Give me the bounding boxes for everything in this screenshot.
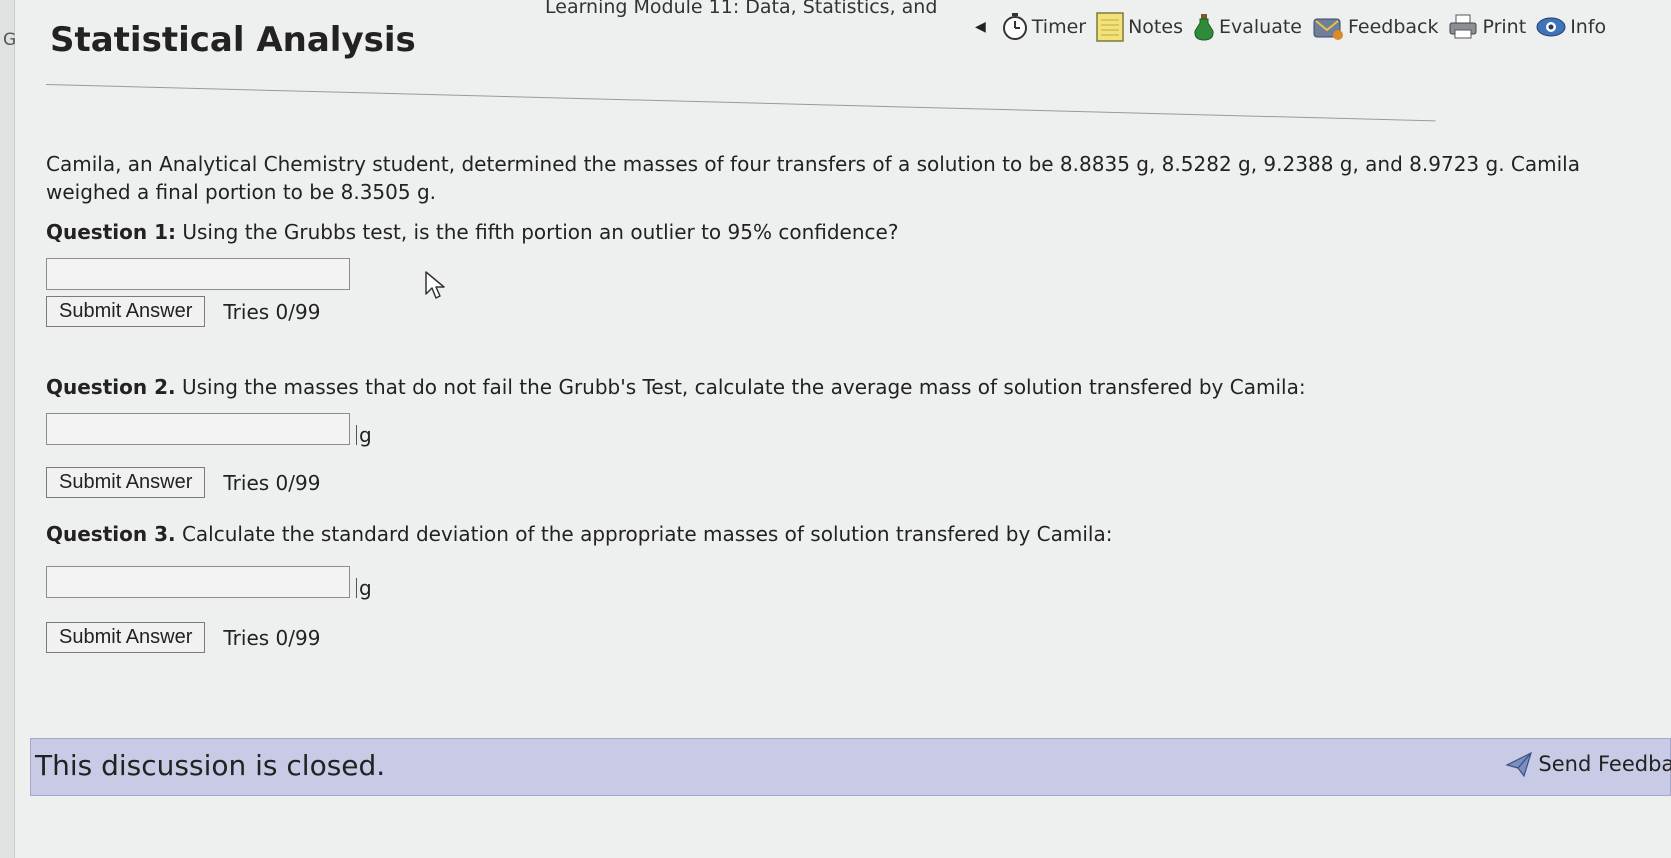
question-3-submit-button[interactable]: Submit Answer bbox=[46, 622, 206, 653]
mouse-pointer-icon bbox=[425, 271, 445, 299]
send-feedback-label: Send Feedback bbox=[1538, 752, 1671, 776]
toolbar-timer-label: Timer bbox=[1031, 16, 1087, 38]
question-3-prompt: Calculate the standard deviation of the … bbox=[181, 522, 1113, 546]
question-1-tries: Tries 0/99 bbox=[223, 299, 321, 324]
question-3-tries: Tries 0/99 bbox=[223, 625, 321, 650]
toolbar-print[interactable]: Print bbox=[1448, 14, 1526, 40]
timer-icon bbox=[1002, 13, 1027, 40]
previous-arrow-icon[interactable]: ◀ bbox=[975, 19, 986, 35]
question-1-answer-input[interactable] bbox=[46, 258, 350, 290]
question-2-answer-row: g bbox=[46, 413, 1646, 445]
toolbar-notes[interactable]: Notes bbox=[1096, 12, 1183, 42]
question-2-tries: Tries 0/99 bbox=[223, 470, 321, 495]
question-3-label: Question 3. bbox=[46, 522, 176, 546]
send-feedback-link[interactable]: Send Feedback bbox=[1504, 749, 1671, 779]
discussion-closed-text: This discussion is closed. bbox=[35, 749, 386, 782]
question-1-label: Question 1: bbox=[46, 220, 176, 244]
question-1-submit-button[interactable]: Submit Answer bbox=[46, 296, 206, 327]
question-2-unit: g bbox=[356, 425, 372, 445]
discussion-closed-banner: This discussion is closed. Send Feedback bbox=[30, 738, 1671, 796]
feedback-icon bbox=[1313, 18, 1343, 40]
breadcrumb: Learning Module 11: Data, Statistics, an… bbox=[545, 0, 938, 18]
toolbar-feedback-label: Feedback bbox=[1347, 16, 1439, 38]
question-3-submit-row: Submit Answer Tries 0/99 bbox=[46, 622, 1646, 653]
question-3: Question 3. Calculate the standard devia… bbox=[46, 520, 1646, 653]
toolbar-timer[interactable]: Timer bbox=[1002, 13, 1086, 41]
toolbar-evaluate[interactable]: Evaluate bbox=[1193, 13, 1302, 41]
question-2-text: Question 2. Using the masses that do not… bbox=[46, 373, 1646, 401]
question-1-text: Question 1: Using the Grubbs test, is th… bbox=[46, 218, 1646, 246]
question-2-answer-input[interactable] bbox=[46, 413, 350, 445]
question-2: Question 2. Using the masses that do not… bbox=[46, 373, 1646, 498]
toolbar-info-label: Info bbox=[1570, 16, 1607, 38]
toolbar-feedback[interactable]: Feedback bbox=[1312, 13, 1438, 41]
question-1-submit-row: Submit Answer Tries 0/99 bbox=[46, 296, 1646, 327]
send-feedback-icon bbox=[1505, 751, 1533, 778]
question-1: Question 1: Using the Grubbs test, is th… bbox=[46, 218, 1646, 327]
question-1-prompt: Using the Grubbs test, is the fifth port… bbox=[182, 220, 899, 244]
question-2-label: Question 2. bbox=[46, 375, 176, 399]
question-3-unit: g bbox=[356, 578, 372, 598]
notes-icon bbox=[1096, 12, 1124, 42]
question-3-answer-row: g bbox=[46, 566, 1646, 598]
problem-content: Camila, an Analytical Chemistry student,… bbox=[46, 150, 1646, 653]
toolbar-notes-label: Notes bbox=[1128, 16, 1183, 38]
problem-statement: Camila, an Analytical Chemistry student,… bbox=[46, 152, 1580, 204]
toolbar: ◀ Timer Notes Evaluate Feedback Print In… bbox=[975, 4, 1671, 50]
toolbar-print-label: Print bbox=[1482, 16, 1527, 38]
info-icon bbox=[1536, 17, 1566, 37]
question-2-prompt: Using the masses that do not fail the Gr… bbox=[181, 375, 1306, 399]
question-3-answer-input[interactable] bbox=[46, 566, 350, 598]
page-title: Statistical Analysis bbox=[50, 20, 416, 60]
left-edge-strip: G bbox=[0, 0, 17, 858]
question-2-submit-button[interactable]: Submit Answer bbox=[46, 467, 206, 498]
question-1-answer-row bbox=[46, 258, 1646, 290]
question-3-text: Question 3. Calculate the standard devia… bbox=[46, 520, 1646, 548]
toolbar-evaluate-label: Evaluate bbox=[1218, 16, 1302, 38]
question-2-submit-row: Submit Answer Tries 0/99 bbox=[46, 467, 1646, 498]
title-divider bbox=[45, 84, 1436, 122]
left-edge-letter: G bbox=[3, 30, 17, 50]
print-icon bbox=[1449, 14, 1477, 39]
toolbar-info[interactable]: Info bbox=[1536, 15, 1606, 39]
evaluate-icon bbox=[1194, 14, 1214, 41]
